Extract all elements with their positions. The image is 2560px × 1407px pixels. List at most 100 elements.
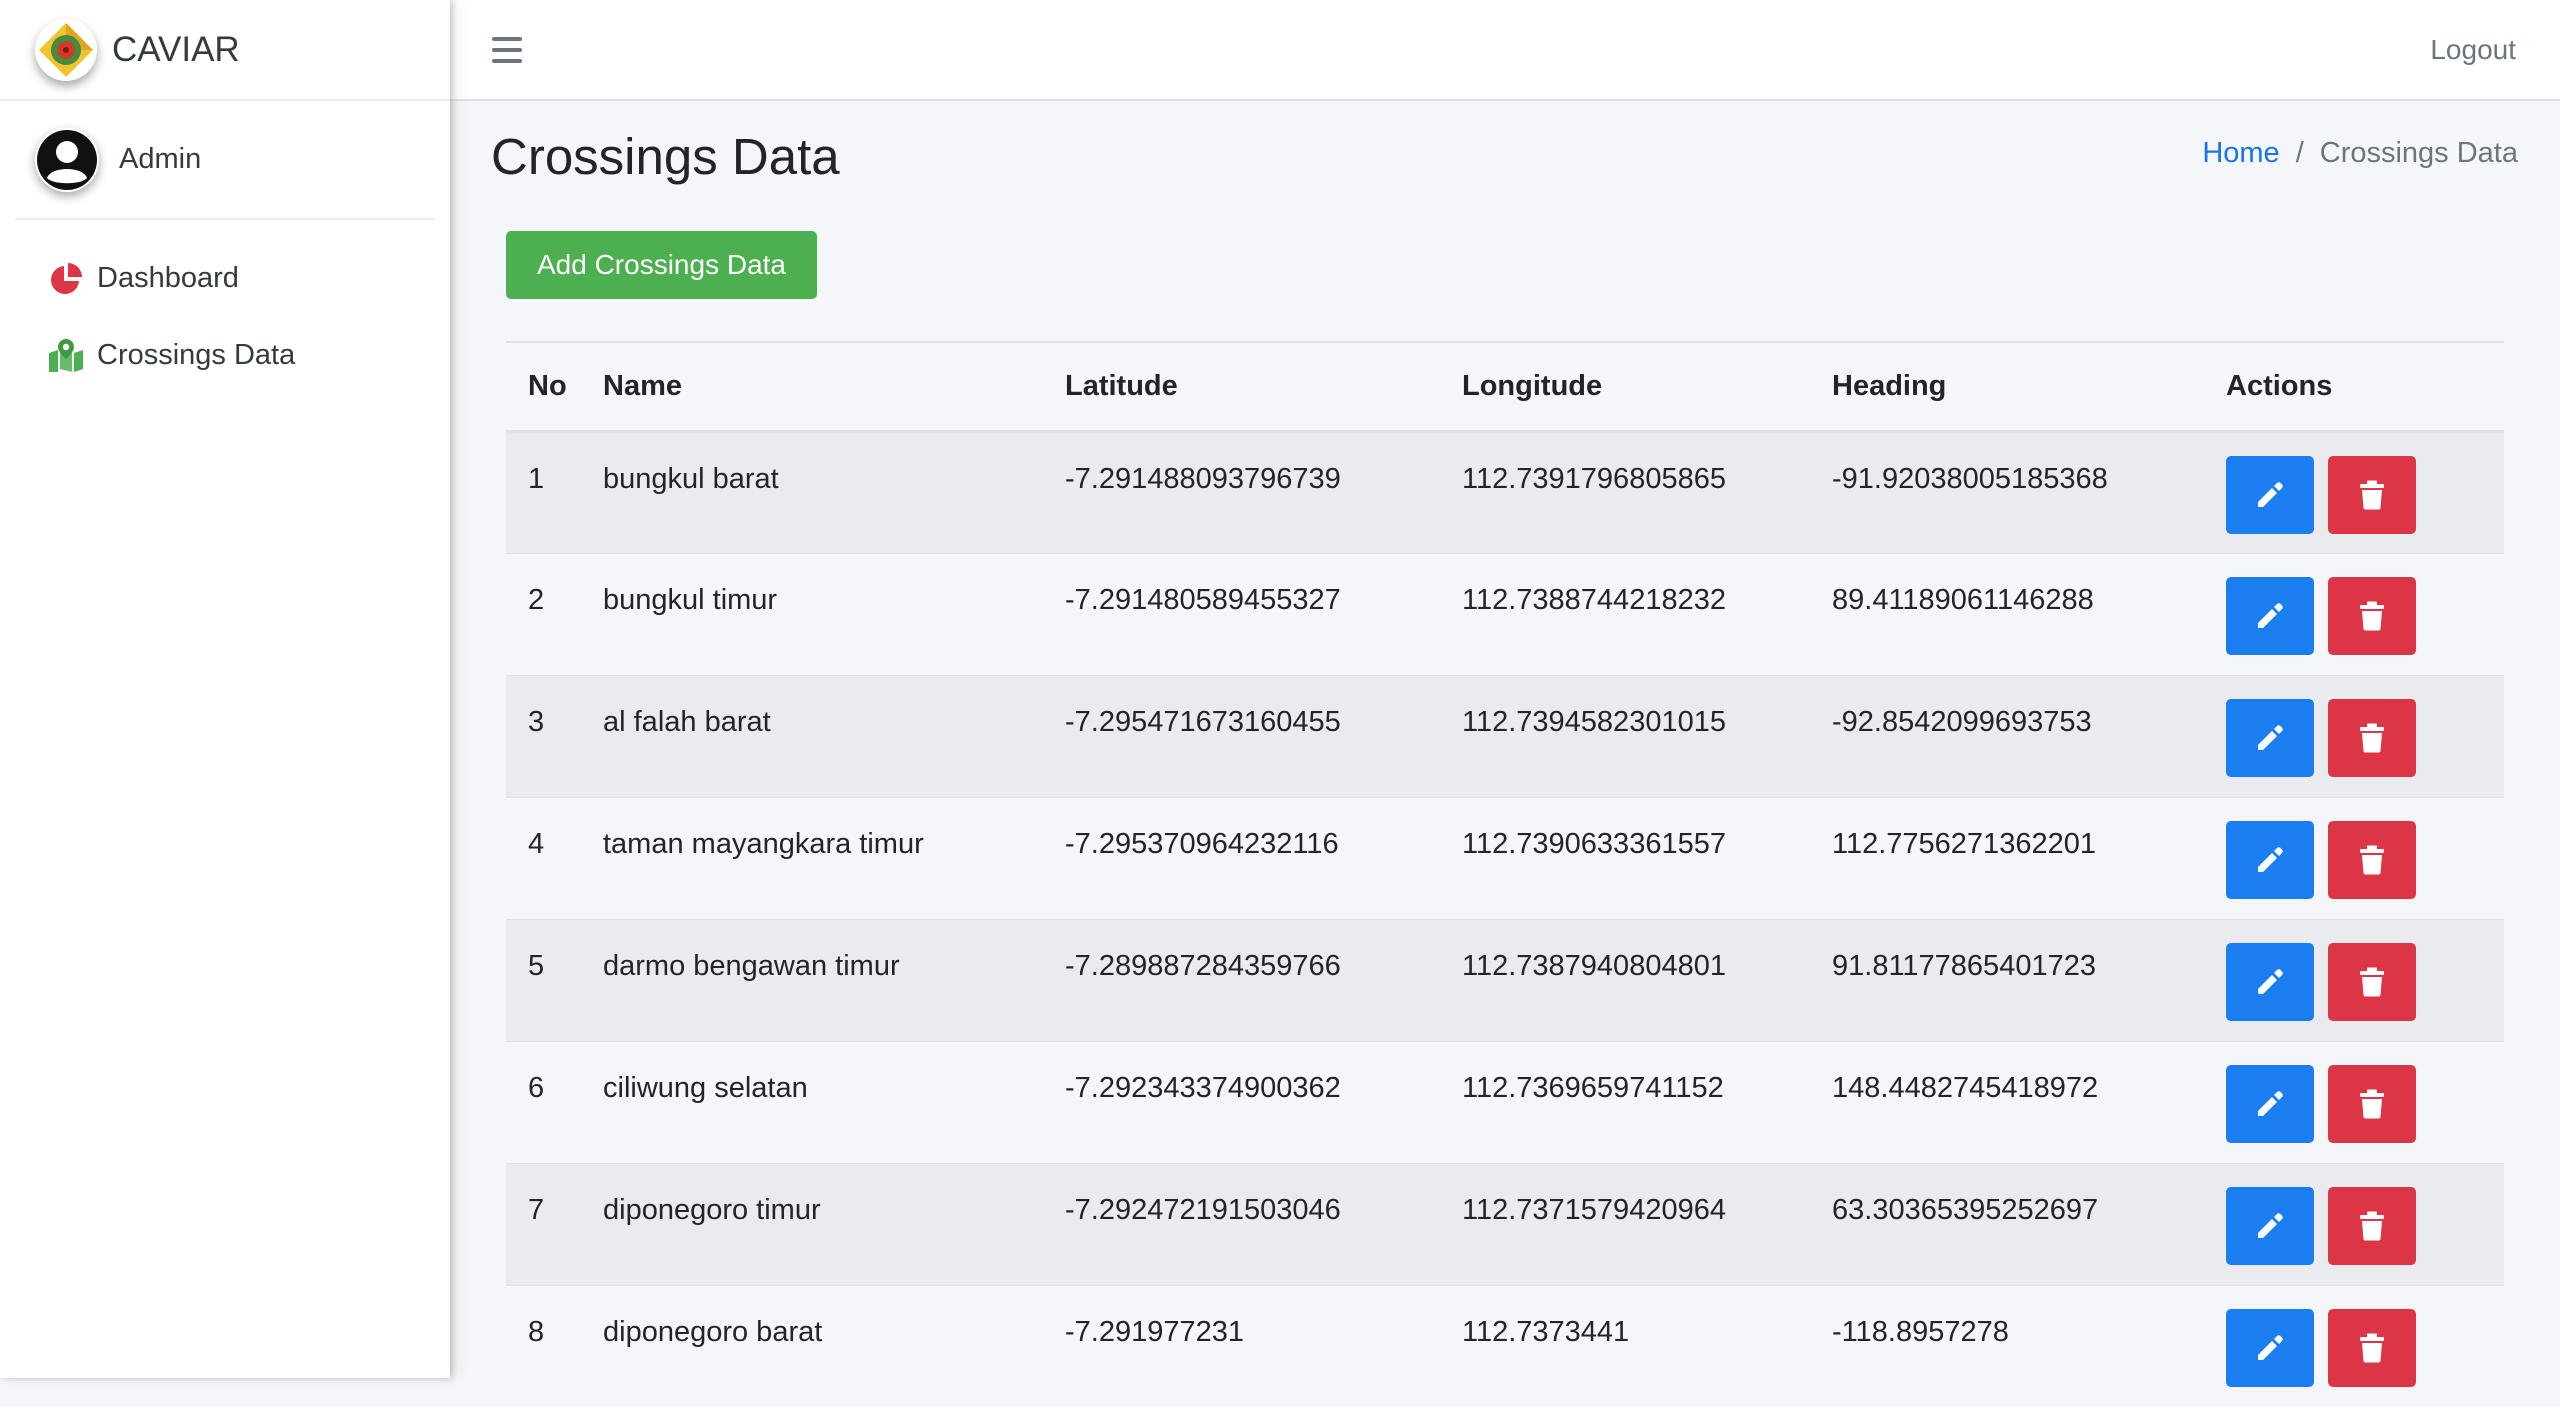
trash-icon [2359,845,2385,875]
cell-name: ciliwung selatan [603,1041,1065,1163]
caviar-logo-icon [35,19,97,81]
column-header-longitude[interactable]: Longitude [1462,343,1832,431]
column-header-heading[interactable]: Heading [1832,343,2226,431]
cell-heading: -92.8542099693753 [1832,675,2226,797]
cell-actions [2226,797,2504,919]
pencil-icon [2255,601,2285,631]
cell-latitude-value: -7.292343374900362 [1065,1072,1341,1104]
cell-longitude-value: 112.7387940804801 [1462,950,1726,982]
delete-button[interactable] [2328,943,2416,1021]
hamburger-menu-icon[interactable] [492,37,522,63]
cell-latitude-value: -7.291977231 [1065,1316,1244,1348]
main-content: Crossings Data Home / Crossings Data Add… [450,101,2560,1378]
logout-link[interactable]: Logout [2430,34,2516,66]
sidebar-nav: Dashboard Crossings Data [0,220,450,394]
cell-name-value: al falah barat [603,706,771,738]
cell-actions [2226,431,2504,553]
cell-longitude: 112.7394582301015 [1462,675,1832,797]
cell-actions [2226,1041,2504,1163]
cell-no: 1 [506,431,603,553]
cell-longitude-value: 112.7373441 [1462,1316,1629,1348]
cell-no: 3 [506,675,603,797]
trash-icon [2359,480,2385,510]
delete-button[interactable] [2328,821,2416,899]
delete-button[interactable] [2328,1309,2416,1387]
cell-heading: 89.41189061146288 [1832,553,2226,675]
user-name[interactable]: Admin [119,143,201,176]
cell-no: 6 [506,1041,603,1163]
cell-no-value: 1 [528,463,544,495]
pencil-icon [2255,845,2285,875]
cell-longitude: 112.7371579420964 [1462,1163,1832,1285]
edit-button[interactable] [2226,1187,2314,1265]
cell-heading: 63.30365395252697 [1832,1163,2226,1285]
cell-heading-value: -91.92038005185368 [1832,463,2108,495]
column-header-name[interactable]: Name [603,343,1065,431]
cell-name: bungkul timur [603,553,1065,675]
delete-button[interactable] [2328,1065,2416,1143]
cell-latitude-value: -7.289887284359766 [1065,950,1341,982]
table-body: 1 bungkul barat -7.291488093796739 112.7… [506,431,2504,1407]
edit-button[interactable] [2226,577,2314,655]
brand-name: CAVIAR [112,30,240,70]
cell-name-value: bungkul barat [603,463,779,495]
table-row: 4 taman mayangkara timur -7.295370964232… [506,797,2504,919]
edit-button[interactable] [2226,456,2314,534]
delete-button[interactable] [2328,699,2416,777]
cell-latitude-value: -7.291488093796739 [1065,463,1341,495]
cell-heading-value: -118.8957278 [1832,1316,2009,1348]
trash-icon [2359,1333,2385,1363]
table-row: 2 bungkul timur -7.291480589455327 112.7… [506,553,2504,675]
sidebar-item-dashboard[interactable]: Dashboard [0,240,450,317]
edit-button[interactable] [2226,1309,2314,1387]
chart-pie-icon [48,261,84,297]
map-marked-icon [48,338,84,374]
cell-no-value: 2 [528,584,544,616]
cell-longitude-value: 112.7391796805865 [1462,463,1726,495]
edit-button[interactable] [2226,821,2314,899]
table-row: 7 diponegoro timur -7.292472191503046 11… [506,1163,2504,1285]
user-avatar-icon [35,128,99,192]
delete-button[interactable] [2328,456,2416,534]
add-crossings-data-button[interactable]: Add Crossings Data [506,231,817,299]
column-header-latitude[interactable]: Latitude [1065,343,1462,431]
cell-no: 5 [506,919,603,1041]
delete-button[interactable] [2328,577,2416,655]
cell-heading-value: 148.4482745418972 [1832,1072,2098,1104]
pencil-icon [2255,1089,2285,1119]
cell-name-value: darmo bengawan timur [603,950,900,982]
sidebar-item-crossings-data[interactable]: Crossings Data [0,317,450,394]
cell-no: 8 [506,1285,603,1407]
cell-name-value: diponegoro timur [603,1194,821,1226]
column-header-actions: Actions [2226,343,2504,431]
cell-no-value: 6 [528,1072,544,1104]
cell-name-value: taman mayangkara timur [603,828,924,860]
table-row: 3 al falah barat -7.295471673160455 112.… [506,675,2504,797]
table-row: 1 bungkul barat -7.291488093796739 112.7… [506,431,2504,553]
edit-button[interactable] [2226,943,2314,1021]
cell-heading-value: 112.7756271362201 [1832,828,2096,860]
cell-name: diponegoro timur [603,1163,1065,1285]
cell-heading-value: 63.30365395252697 [1832,1194,2098,1226]
delete-button[interactable] [2328,1187,2416,1265]
sidebar: CAVIAR Admin Dashboard [0,0,450,1378]
pencil-icon [2255,480,2285,510]
column-header-no[interactable]: No [506,343,603,431]
trash-icon [2359,723,2385,753]
pencil-icon [2255,967,2285,997]
crossings-table: No Name Latitude Longitude Heading Actio… [506,343,2504,1407]
topbar: Logout [450,0,2560,101]
brand-link[interactable]: CAVIAR [0,0,450,101]
cell-name: taman mayangkara timur [603,797,1065,919]
cell-heading-value: 89.41189061146288 [1832,584,2094,616]
cell-name: diponegoro barat [603,1285,1065,1407]
edit-button[interactable] [2226,699,2314,777]
pencil-icon [2255,1333,2285,1363]
cell-longitude: 112.7388744218232 [1462,553,1832,675]
edit-button[interactable] [2226,1065,2314,1143]
cell-actions [2226,675,2504,797]
cell-heading: -118.8957278 [1832,1285,2226,1407]
breadcrumb-home-link[interactable]: Home [2202,137,2279,170]
cell-latitude: -7.292343374900362 [1065,1041,1462,1163]
cell-latitude: -7.291480589455327 [1065,553,1462,675]
